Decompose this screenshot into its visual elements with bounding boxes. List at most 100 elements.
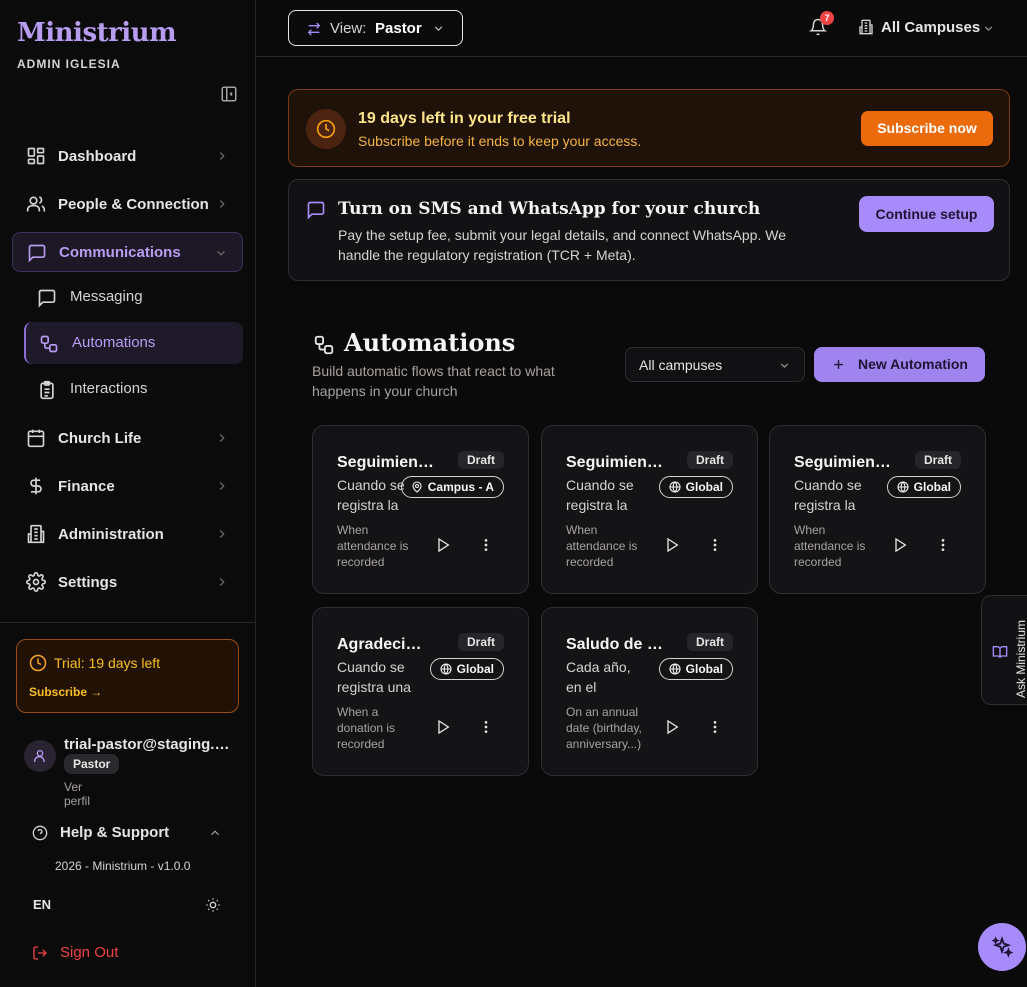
scope-label: Campus - A	[427, 480, 494, 494]
campus-filter-select[interactable]: All campuses	[625, 347, 805, 382]
play-icon[interactable]	[435, 719, 451, 735]
role-badge: Pastor	[64, 754, 120, 774]
sidebar-item-label: People & Connection	[58, 195, 209, 213]
new-automation-button[interactable]: New Automation	[814, 347, 985, 382]
sidebar-item-label: Administration	[58, 525, 164, 543]
scope-label: Global	[685, 662, 723, 676]
globe-icon	[669, 481, 681, 493]
sidebar-subitem-automations[interactable]: Automations	[24, 322, 243, 364]
brand-subtitle: ADMIN IGLESIA	[17, 57, 121, 71]
sidebar-subitem-messaging[interactable]: Messaging	[24, 276, 243, 318]
view-switcher[interactable]: View: Pastor	[288, 10, 463, 46]
user-icon	[34, 750, 45, 762]
subscribe-now-button[interactable]: Subscribe now	[861, 111, 993, 146]
clipboard-icon	[37, 380, 57, 400]
sidebar-item-dashboard[interactable]: Dashboard	[12, 136, 243, 176]
chevron-down-icon	[982, 22, 995, 35]
clock-icon	[29, 654, 47, 672]
plus-icon	[831, 357, 846, 372]
sign-out-label: Sign Out	[60, 944, 119, 961]
chevron-down-icon	[214, 246, 228, 260]
automation-trigger: On an annual date (birthday, anniversary…	[566, 705, 642, 751]
sidebar-collapse-icon[interactable]	[220, 85, 238, 103]
automation-card[interactable]: Seguimiento de asistencia Draft Cuando s…	[769, 425, 986, 594]
gear-icon	[26, 572, 46, 592]
sidebar-item-communications[interactable]: Communications	[12, 232, 243, 272]
sparkles-icon	[991, 936, 1013, 958]
top-bar: View: Pastor 7 All Campuses	[256, 0, 1027, 57]
play-icon[interactable]	[664, 719, 680, 735]
workflow-icon	[39, 334, 59, 354]
sidebar-divider	[0, 622, 256, 623]
automation-description: Cuando se registra una donación	[337, 659, 411, 695]
scope-badge: Campus - A	[400, 476, 504, 498]
automation-card[interactable]: Saludo de cumpleaños Draft Cada año, en …	[541, 607, 758, 776]
play-icon[interactable]	[892, 537, 908, 553]
message-square-icon	[37, 288, 57, 308]
more-vertical-icon[interactable]	[478, 537, 494, 553]
sidebar-item-settings[interactable]: Settings	[12, 562, 243, 602]
status-badge: Draft	[686, 633, 733, 651]
play-icon[interactable]	[435, 537, 451, 553]
view-profile-link[interactable]: Ver perfil	[64, 780, 90, 808]
automation-description: Cuando se registra la asistencia	[566, 477, 634, 513]
chevron-up-icon	[208, 826, 222, 840]
language-toggle[interactable]: EN	[33, 897, 51, 912]
more-vertical-icon[interactable]	[935, 537, 951, 553]
sms-banner-title: Turn on SMS and WhatsApp for your church	[338, 199, 761, 219]
status-badge: Draft	[914, 451, 961, 469]
more-vertical-icon[interactable]	[707, 537, 723, 553]
sidebar-item-administration[interactable]: Administration	[12, 514, 243, 554]
trial-subscribe-link[interactable]: Subscribe →	[29, 685, 102, 699]
trial-banner: 19 days left in your free trial Subscrib…	[288, 89, 1010, 167]
ai-assistant-button[interactable]	[978, 923, 1026, 971]
book-open-icon	[992, 644, 1008, 660]
help-circle-icon	[32, 825, 48, 841]
help-support-label: Help & Support	[60, 824, 170, 841]
automation-name: Saludo de cumpleaños	[566, 636, 664, 653]
scope-label: Global	[456, 662, 494, 676]
automation-description: Cada año, en el cumpleaños	[566, 659, 631, 695]
page-title: Automations	[344, 328, 516, 357]
chevron-down-icon	[432, 22, 445, 35]
building-icon	[26, 524, 46, 544]
continue-setup-button[interactable]: Continue setup	[859, 196, 994, 232]
help-support-toggle[interactable]: Help & Support	[32, 824, 222, 842]
sidebar-item-church-life[interactable]: Church Life	[12, 418, 243, 458]
sidebar-subitem-interactions[interactable]: Interactions	[24, 368, 243, 410]
sidebar-trial-box[interactable]: Trial: 19 days left Subscribe →	[16, 639, 239, 713]
sidebar: Ministrium ADMIN IGLESIA Dashboard Peopl…	[0, 0, 256, 987]
sidebar-subitem-label: Automations	[72, 334, 156, 351]
more-vertical-icon[interactable]	[707, 719, 723, 735]
automation-card[interactable]: Seguimiento de asistencia Draft Cuando s…	[541, 425, 758, 594]
sidebar-item-label: Communications	[59, 243, 181, 261]
page-subtitle: Build automatic flows that react to what…	[312, 363, 555, 399]
status-badge: Draft	[457, 451, 504, 469]
campus-selector[interactable]: All Campuses	[858, 18, 998, 38]
automation-description: Cuando se registra la asistencia	[794, 477, 862, 513]
automation-name: Seguimiento de asistencia	[337, 454, 435, 471]
ask-ministrium-tab[interactable]: Ask Ministrium	[981, 595, 1027, 705]
chevron-down-icon	[778, 359, 791, 372]
sidebar-item-people[interactable]: People & Connection	[12, 184, 243, 224]
scope-label: Global	[685, 480, 723, 494]
new-automation-label: New Automation	[858, 356, 968, 372]
scope-badge: Global	[429, 658, 504, 680]
ask-ministrium-label: Ask Ministrium	[1014, 619, 1027, 698]
automation-card[interactable]: Seguimiento de asistencia Draft Cuando s…	[312, 425, 529, 594]
brand-logo[interactable]: Ministrium	[17, 18, 177, 48]
clock-icon	[306, 109, 346, 149]
play-icon[interactable]	[664, 537, 680, 553]
sun-icon[interactable]	[205, 897, 221, 913]
more-vertical-icon[interactable]	[478, 719, 494, 735]
sidebar-item-finance[interactable]: Finance	[12, 466, 243, 506]
avatar[interactable]	[24, 740, 56, 772]
chevron-right-icon	[215, 149, 229, 163]
automation-trigger: When a donation is recorded	[337, 705, 396, 751]
sms-banner-body: Pay the setup fee, submit your legal det…	[338, 227, 786, 263]
log-out-icon	[32, 945, 48, 961]
status-badge: Draft	[686, 451, 733, 469]
dollar-icon	[26, 476, 46, 496]
automation-card[interactable]: Agradecimiento por donación Draft Cuando…	[312, 607, 529, 776]
globe-icon	[440, 663, 452, 675]
